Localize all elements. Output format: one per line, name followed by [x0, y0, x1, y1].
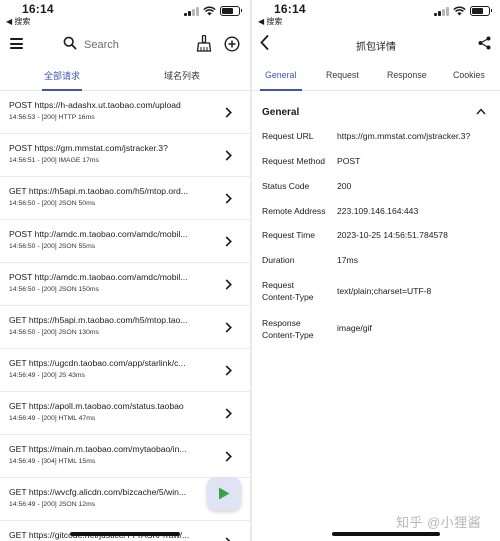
field-label: Request URL — [262, 131, 314, 141]
search-icon[interactable] — [63, 36, 77, 50]
request-row[interactable]: GET https://apoll.m.taobao.com/status.ta… — [0, 392, 250, 435]
chevron-right-icon — [225, 408, 232, 419]
chevron-right-icon — [225, 279, 232, 290]
back-to-app-link[interactable]: ◀ 搜索 — [6, 16, 30, 27]
field-value: https://gm.mmstat.com/jstracker.3? — [337, 131, 471, 141]
request-meta: 14:56:50 - [200] JSON 130ms — [9, 329, 99, 336]
home-indicator — [70, 532, 180, 536]
add-circle-icon[interactable] — [224, 36, 240, 52]
status-time: 16:14 — [274, 2, 306, 16]
wifi-icon — [203, 6, 216, 16]
broom-icon[interactable] — [196, 35, 212, 52]
request-meta: 14:56:51 - [200] IMAGE 17ms — [9, 157, 99, 164]
tab-general[interactable]: General — [265, 70, 296, 80]
chevron-right-icon — [225, 537, 231, 541]
field-label: Status Code — [262, 181, 310, 191]
chevron-right-icon — [225, 451, 232, 462]
play-icon — [219, 487, 230, 500]
chevron-right-icon — [225, 322, 232, 333]
request-row[interactable]: GET https://h5api.m.taobao.com/h5/mtop.t… — [0, 306, 250, 349]
request-meta: 14:56:50 - [200] JSON 50ms — [9, 200, 96, 207]
request-url: GET https://h5api.m.taobao.com/h5/mtop.t… — [9, 315, 188, 325]
field-label: Request Time — [262, 230, 316, 240]
chevron-right-icon — [225, 365, 232, 376]
signal-icon — [434, 6, 449, 16]
section-title: General — [262, 107, 300, 118]
field-label: Response Content-Type — [262, 318, 314, 340]
request-url: GET https://main.m.taobao.com/mytaobao/i… — [9, 444, 187, 454]
status-bar: 16:14 ◀ 搜索 — [252, 0, 500, 27]
system-icons — [434, 6, 492, 16]
list-tabs: 全部请求 域名列表 — [0, 61, 250, 91]
wifi-icon — [453, 6, 466, 16]
detail-toolbar: 抓包详情 — [252, 27, 500, 61]
page-title: 抓包详情 — [356, 42, 396, 53]
watermark-text: 知乎 @小狸酱 — [396, 515, 482, 530]
request-meta: 14:56:53 - [200] HTTP 16ms — [9, 114, 95, 121]
tab-response[interactable]: Response — [387, 70, 427, 80]
request-meta: 14:56:50 - [200] JSON 55ms — [9, 243, 96, 250]
status-time: 16:14 — [22, 2, 54, 16]
field-value: POST — [337, 156, 361, 166]
request-row[interactable]: POST https://gm.mmstat.com/jstracker.3? … — [0, 134, 250, 177]
battery-icon — [220, 6, 242, 16]
request-row[interactable]: GET https://ugcdn.taobao.com/app/starlin… — [0, 349, 250, 392]
request-url: GET https://ugcdn.taobao.com/app/starlin… — [9, 358, 186, 368]
request-row[interactable]: GET https://h5api.m.taobao.com/h5/mtop.o… — [0, 177, 250, 220]
field-label: Request Content-Type — [262, 280, 314, 302]
signal-icon — [184, 6, 199, 16]
request-list: POST https://h-adashx.ut.taobao.com/uplo… — [0, 91, 250, 541]
request-url: POST http://amdc.m.taobao.com/amdc/mobil… — [9, 229, 188, 239]
field-label: Duration — [262, 255, 295, 265]
request-url: POST https://gm.mmstat.com/jstracker.3? — [9, 143, 168, 153]
field-value: text/plain;charset=UTF-8 — [337, 286, 432, 296]
request-url: GET https://apoll.m.taobao.com/status.ta… — [9, 401, 184, 411]
field-value: 2023-10-25 14:56:51.784578 — [337, 230, 448, 240]
request-meta: 14:56:49 - [200] JSON 12ms — [9, 501, 96, 508]
chevron-right-icon — [225, 193, 232, 204]
back-to-app-link[interactable]: ◀ 搜索 — [258, 16, 282, 27]
tab-request[interactable]: Request — [326, 70, 359, 80]
tab-cookies[interactable]: Cookies — [453, 70, 485, 80]
request-meta: 14:56:49 - [200] JS 43ms — [9, 372, 85, 379]
list-toolbar: Search — [0, 27, 250, 61]
request-list-screen: 16:14 ◀ 搜索 Search 全部请求 域名列表 POST https:/… — [0, 0, 250, 541]
tab-all-requests[interactable]: 全部请求 — [2, 69, 122, 82]
chevron-right-icon — [225, 107, 232, 118]
home-indicator — [332, 532, 440, 536]
menu-icon[interactable] — [10, 38, 23, 49]
status-bar: 16:14 ◀ 搜索 — [0, 0, 250, 27]
request-row[interactable]: POST http://amdc.m.taobao.com/amdc/mobil… — [0, 220, 250, 263]
play-capture-button[interactable] — [207, 477, 241, 510]
capture-detail-screen: 16:14 ◀ 搜索 抓包详情 General Request Response… — [252, 0, 500, 541]
field-value: image/gif — [337, 323, 372, 333]
request-url: POST http://amdc.m.taobao.com/amdc/mobil… — [9, 272, 188, 282]
request-row[interactable]: POST https://h-adashx.ut.taobao.com/uplo… — [0, 91, 250, 134]
request-url: POST https://h-adashx.ut.taobao.com/uplo… — [9, 100, 181, 110]
request-row[interactable]: GET https://gitcode.net/justice/TTTASK/-… — [0, 521, 250, 541]
tab-indicator — [260, 89, 302, 91]
field-value: 223.109.146.164:443 — [337, 206, 419, 216]
field-label: Remote Address — [262, 206, 326, 216]
request-meta: 14:56:49 - [304] HTML 15ms — [9, 458, 96, 465]
request-row[interactable]: GET https://main.m.taobao.com/mytaobao/i… — [0, 435, 250, 478]
search-input[interactable]: Search — [84, 39, 119, 51]
request-meta: 14:56:50 - [200] JSON 150ms — [9, 286, 99, 293]
request-url: GET https://wvcfg.alicdn.com/bizcache/5/… — [9, 487, 187, 497]
field-label: Request Method — [262, 156, 326, 166]
share-icon[interactable] — [478, 36, 491, 50]
request-url: GET https://h5api.m.taobao.com/h5/mtop.o… — [9, 186, 188, 196]
battery-icon — [470, 6, 492, 16]
request-row[interactable]: POST http://amdc.m.taobao.com/amdc/mobil… — [0, 263, 250, 306]
chevron-right-icon — [225, 150, 232, 161]
detail-tabs: General Request Response Cookies — [252, 61, 500, 91]
field-value: 200 — [337, 181, 352, 191]
chevron-up-icon[interactable] — [476, 108, 486, 115]
tab-domain-list[interactable]: 域名列表 — [122, 69, 242, 82]
chevron-right-icon — [225, 236, 232, 247]
field-value: 17ms — [337, 255, 359, 265]
request-meta: 14:56:49 - [200] HTML 47ms — [9, 415, 96, 422]
system-icons — [184, 6, 242, 16]
